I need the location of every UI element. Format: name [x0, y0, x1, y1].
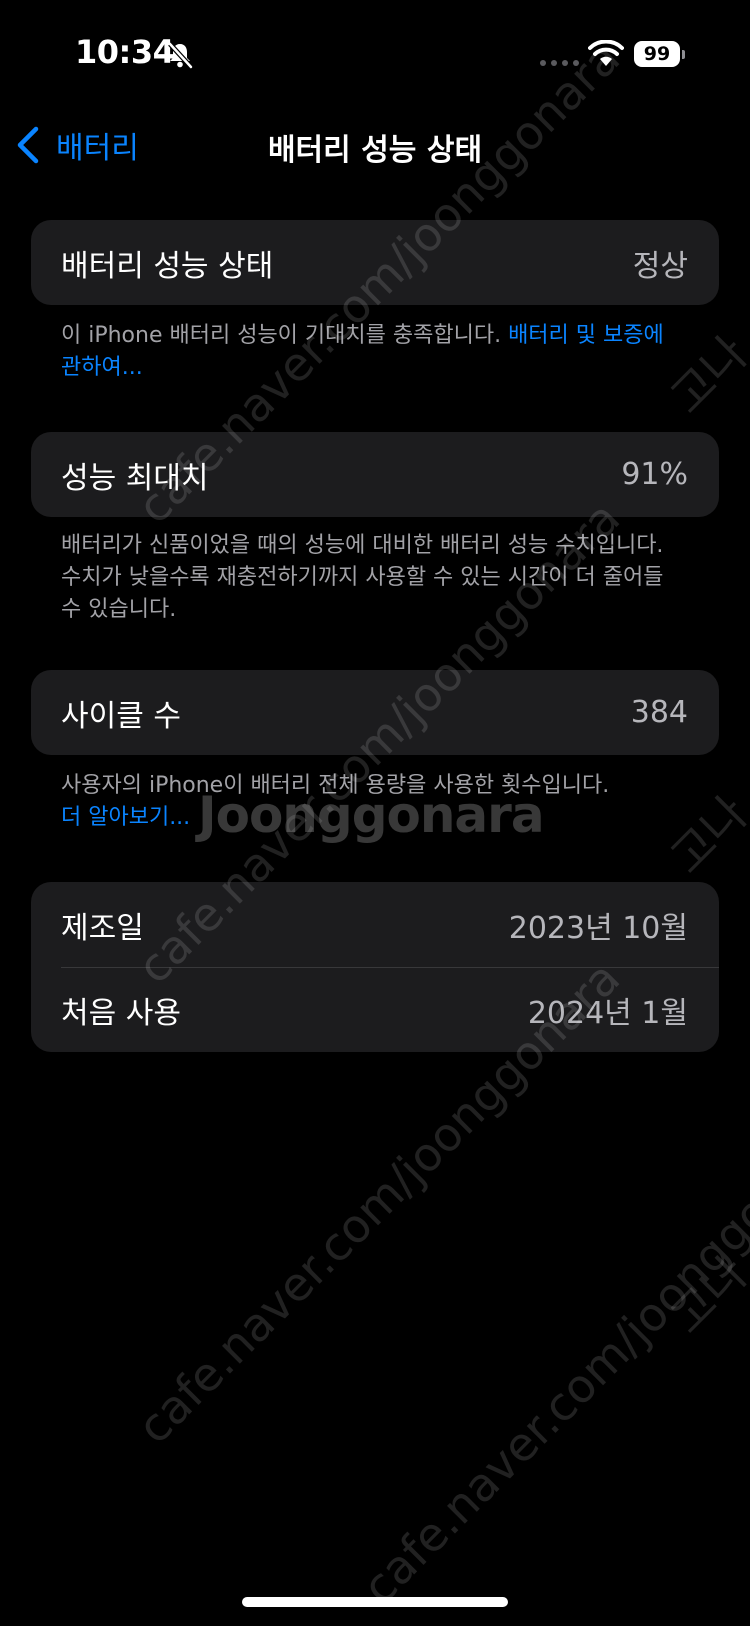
- manufacture-date-label: 제조일: [61, 910, 144, 946]
- wifi-icon: [588, 40, 624, 66]
- watermark-side: 고나: [659, 1245, 750, 1344]
- battery-dates-group: 제조일 2023년 10월 처음 사용 2024년 1월: [31, 882, 719, 1052]
- first-use-row: 처음 사용 2024년 1월: [31, 967, 719, 1052]
- status-bar: 10:34 99: [0, 0, 750, 100]
- first-use-value: 2024년 1월: [527, 995, 688, 1031]
- cycle-count-footnote-text: 사용자의 iPhone이 배터리 전체 용량을 사용한 횟수입니다.: [61, 773, 610, 798]
- battery-level: 99: [643, 43, 671, 65]
- battery-cap: [682, 50, 685, 59]
- battery-health-value: 정상: [632, 248, 688, 284]
- battery-health-footnote-text: 이 iPhone 배터리 성능이 기대치를 충족합니다.: [61, 323, 502, 348]
- first-use-label: 처음 사용: [61, 995, 181, 1031]
- home-indicator[interactable]: [242, 1597, 508, 1607]
- battery-icon: 99: [634, 41, 686, 67]
- maximum-capacity-row: 성능 최대치 91%: [31, 432, 719, 517]
- learn-more-link[interactable]: 더 알아보기...: [61, 802, 681, 834]
- maximum-capacity-group: 성능 최대치 91%: [31, 432, 719, 517]
- cycle-count-value: 384: [630, 695, 688, 730]
- back-button[interactable]: 배터리: [14, 120, 139, 170]
- navigation-bar: 배터리 성능 상태 배터리: [0, 110, 750, 180]
- battery-health-footnote: 이 iPhone 배터리 성능이 기대치를 충족합니다. 배터리 및 보증에 관…: [61, 320, 681, 384]
- manufacture-date-row: 제조일 2023년 10월: [31, 882, 719, 967]
- battery-health-group: 배터리 성능 상태 정상: [31, 220, 719, 305]
- bell-slash-icon: [168, 42, 193, 69]
- battery-health-row: 배터리 성능 상태 정상: [31, 220, 719, 305]
- back-button-label: 배터리: [56, 131, 139, 166]
- manufacture-date-value: 2023년 10월: [508, 910, 688, 946]
- maximum-capacity-label: 성능 최대치: [61, 460, 209, 496]
- maximum-capacity-footnote: 배터리가 신품이었을 때의 성능에 대비한 배터리 성능 수치입니다. 수치가 …: [61, 533, 664, 622]
- cycle-count-footnote: 사용자의 iPhone이 배터리 전체 용량을 사용한 횟수입니다. 더 알아보…: [61, 770, 681, 834]
- maximum-capacity-value: 91%: [621, 457, 688, 492]
- battery-health-label: 배터리 성능 상태: [61, 248, 274, 284]
- watermark-url: cafe.naver.com/joonggonara: [351, 1110, 750, 1614]
- status-time: 10:34: [75, 33, 175, 71]
- cycle-count-row: 사이클 수 384: [31, 670, 719, 755]
- chevron-left-icon: [17, 126, 39, 164]
- cycle-count-group: 사이클 수 384: [31, 670, 719, 755]
- cycle-count-label: 사이클 수: [61, 698, 181, 734]
- cellular-signal-icon: [540, 60, 579, 66]
